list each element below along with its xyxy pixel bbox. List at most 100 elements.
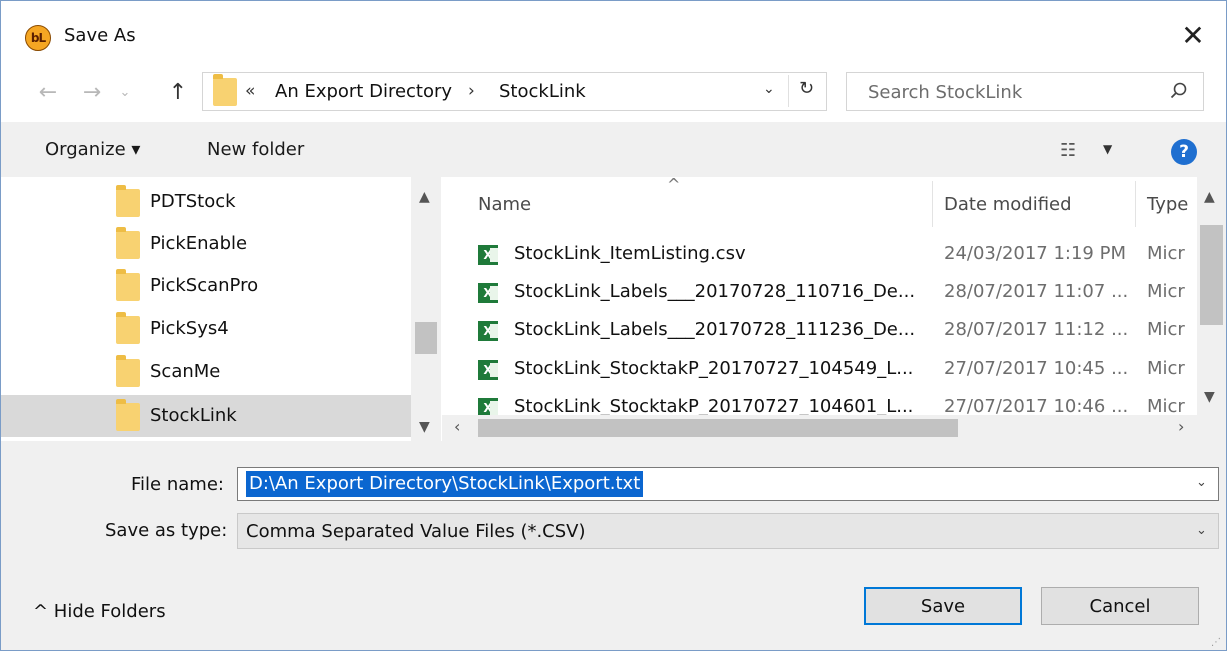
search-input[interactable]: Search StockLink [846, 72, 1204, 111]
scrollbar-thumb[interactable] [478, 419, 958, 437]
view-dropdown-icon[interactable]: ▼ [1103, 142, 1112, 156]
nav-item-label: PickScanPro [150, 275, 259, 296]
scroll-left-arrow-icon[interactable]: ‹ [454, 417, 460, 436]
scroll-right-arrow-icon[interactable]: › [1178, 417, 1184, 436]
nav-item-pickscanpro[interactable]: PickScanPro [1, 265, 411, 307]
file-row[interactable]: X StockLink_Labels___20170728_111236_De.… [442, 311, 1197, 349]
nav-item-picksys4[interactable]: PickSys4 [1, 308, 411, 350]
folder-icon [213, 74, 237, 106]
file-date-modified: 28/07/2017 11:12 ... [944, 319, 1129, 340]
column-header-row: Name ^ Date modified Type [442, 177, 1197, 233]
breadcrumb-overflow[interactable]: « [245, 81, 255, 101]
app-logo-icon: bL [25, 25, 51, 51]
folder-icon [116, 185, 140, 217]
scroll-up-arrow-icon[interactable]: ▲ [419, 189, 430, 205]
nav-item-label: PickEnable [150, 233, 248, 254]
search-icon[interactable] [1169, 81, 1189, 101]
scrollbar-thumb[interactable] [1200, 225, 1223, 325]
file-row[interactable]: X StockLink_Labels___20170728_110716_De.… [442, 273, 1197, 311]
file-type: Micr [1147, 319, 1185, 340]
navigation-pane: PDTStock PickEnable PickScanPro PickSys4… [1, 177, 441, 441]
file-date-modified: 28/07/2017 11:07 ... [944, 281, 1129, 302]
file-name: StockLink_StocktakP_20170727_104601_L... [514, 396, 914, 417]
column-divider[interactable] [932, 181, 933, 227]
file-type: Micr [1147, 243, 1185, 264]
nav-item-scanme[interactable]: ScanMe [1, 351, 411, 393]
close-button[interactable]: ✕ [1173, 17, 1213, 53]
save-as-type-label: Save as type: [105, 520, 228, 541]
view-options-icon[interactable]: ☷ [1060, 140, 1076, 161]
file-name: StockLink_StocktakP_20170727_104549_L... [514, 358, 914, 379]
file-name: StockLink_Labels___20170728_111236_De... [514, 319, 916, 340]
search-placeholder: Search StockLink [868, 82, 1023, 103]
file-date-modified: 27/07/2017 10:45 ... [944, 358, 1129, 379]
scrollbar-thumb[interactable] [415, 322, 437, 354]
scroll-down-arrow-icon[interactable]: ▼ [1204, 389, 1215, 405]
address-dropdown-icon[interactable]: ⌄ [763, 81, 775, 97]
nav-item-pickenable[interactable]: PickEnable [1, 223, 411, 265]
nav-item-label: PickSys4 [150, 318, 229, 339]
excel-file-icon: X [478, 360, 498, 380]
file-list-horizontal-scrollbar[interactable]: ‹ › [442, 415, 1226, 441]
folder-icon [116, 399, 140, 431]
cancel-button[interactable]: Cancel [1041, 587, 1199, 625]
file-name-label: File name: [131, 474, 224, 495]
refresh-icon[interactable]: ↻ [799, 78, 814, 99]
column-header-type[interactable]: Type [1147, 194, 1188, 215]
nav-item-stocklink[interactable]: StockLink [1, 395, 411, 437]
folder-icon [116, 312, 140, 344]
save-as-type-select[interactable]: Comma Separated Value Files (*.CSV) ⌄ [237, 513, 1219, 549]
folder-icon [116, 227, 140, 259]
breadcrumb-separator-icon[interactable]: › [468, 81, 475, 101]
new-folder-button[interactable]: New folder [207, 139, 304, 160]
column-divider[interactable] [1135, 181, 1136, 227]
excel-file-icon: X [478, 321, 498, 341]
save-as-dialog: bL Save As ✕ ← → ⌄ ↑ « An Export Directo… [0, 0, 1227, 651]
address-divider [788, 75, 789, 107]
help-icon[interactable]: ? [1171, 139, 1197, 165]
breadcrumb-an-export-directory[interactable]: An Export Directory [275, 81, 452, 102]
file-date-modified: 24/03/2017 1:19 PM [944, 243, 1126, 264]
scroll-down-arrow-icon[interactable]: ▼ [419, 419, 430, 435]
folder-icon [116, 355, 140, 387]
scroll-up-arrow-icon[interactable]: ▲ [1204, 189, 1215, 205]
file-type: Micr [1147, 396, 1185, 417]
file-name-dropdown-icon[interactable]: ⌄ [1196, 475, 1207, 490]
folder-icon [116, 269, 140, 301]
file-row[interactable]: X StockLink_StocktakP_20170727_104549_L.… [442, 350, 1197, 388]
save-button[interactable]: Save [864, 587, 1022, 625]
save-as-type-dropdown-icon[interactable]: ⌄ [1196, 523, 1207, 538]
hide-folders-button[interactable]: ^ Hide Folders [33, 601, 166, 622]
up-arrow-icon[interactable]: ↑ [161, 77, 195, 107]
sort-ascending-icon: ^ [667, 177, 681, 194]
organize-menu-button[interactable]: Organize ▾ [45, 139, 140, 160]
forward-arrow-icon[interactable]: → [75, 77, 109, 107]
file-name-field[interactable]: D:\An Export Directory\StockLink\Export.… [237, 467, 1219, 501]
column-header-date-modified[interactable]: Date modified [944, 194, 1072, 215]
excel-file-icon: X [478, 283, 498, 303]
nav-item-label: ScanMe [150, 361, 221, 382]
resize-grip-icon[interactable]: ⋰ [1211, 637, 1221, 648]
nav-item-label: StockLink [150, 405, 237, 426]
excel-file-icon: X [478, 245, 498, 265]
column-header-name[interactable]: Name [478, 194, 531, 215]
breadcrumb-stocklink[interactable]: StockLink [499, 81, 586, 102]
save-options-panel: File name: D:\An Export Directory\StockL… [1, 441, 1226, 650]
title-bar: bL Save As ✕ [1, 1, 1226, 71]
recent-locations-chevron-icon[interactable]: ⌄ [114, 77, 136, 107]
file-name: StockLink_Labels___20170728_110716_De... [514, 281, 916, 302]
address-bar[interactable]: « An Export Directory › StockLink ⌄ ↻ [202, 72, 827, 111]
nav-item-pdtstock[interactable]: PDTStock [1, 181, 411, 223]
file-name-value[interactable]: D:\An Export Directory\StockLink\Export.… [246, 471, 644, 497]
command-bar: Organize ▾ New folder ☷ ▼ ? [1, 122, 1226, 177]
file-type: Micr [1147, 358, 1185, 379]
save-as-type-value: Comma Separated Value Files (*.CSV) [246, 521, 586, 542]
nav-pane-vertical-scrollbar[interactable]: ▲ ▼ [411, 177, 441, 441]
nav-item-label: PDTStock [150, 191, 236, 212]
file-row[interactable]: X StockLink_ItemListing.csv 24/03/2017 1… [442, 235, 1197, 273]
dialog-title: Save As [64, 25, 136, 46]
file-date-modified: 27/07/2017 10:46 ... [944, 396, 1129, 417]
file-list-vertical-scrollbar[interactable]: ▲ ▼ [1197, 177, 1226, 415]
back-arrow-icon[interactable]: ← [31, 77, 65, 107]
file-type: Micr [1147, 281, 1185, 302]
